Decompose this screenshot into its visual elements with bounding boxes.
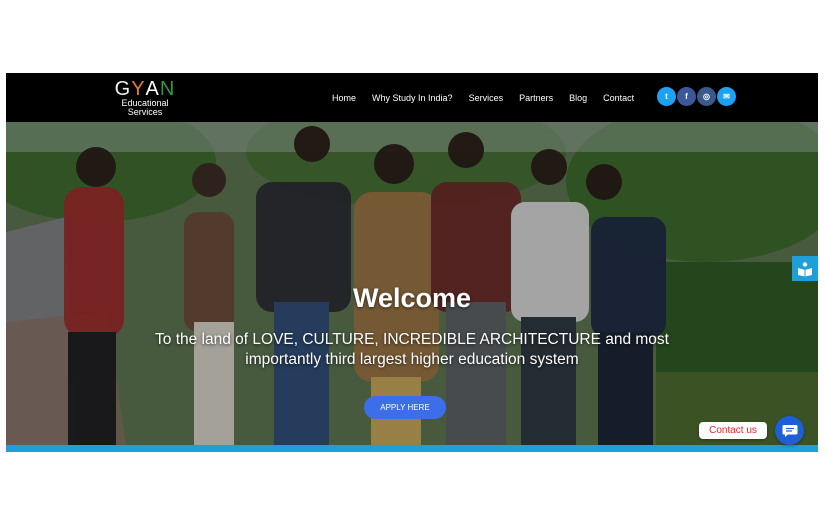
logo-letter: N [159,78,176,100]
main-menu: Home Why Study In India? Services Partne… [332,73,650,122]
nav-blog[interactable]: Blog [569,93,587,103]
social-links: t f ◎ ✉ [657,87,736,106]
logo-letter: Y [131,78,146,100]
instagram-icon[interactable]: ◎ [697,87,716,106]
hero-banner: Welcome To the land of LOVE, CULTURE, IN… [6,122,818,445]
facebook-icon[interactable]: f [677,87,696,106]
contact-us-label[interactable]: Contact us [699,422,767,439]
chat-button[interactable] [775,416,804,445]
website-frame: GYAN Educational Services Home Why Study… [6,73,818,452]
logo-letter: G [114,78,132,100]
hero-title: Welcome [352,283,472,313]
logo-letter: A [145,78,160,100]
nav-home[interactable]: Home [332,93,356,103]
nav-partners[interactable]: Partners [519,93,553,103]
twitter-icon[interactable]: t [657,87,676,106]
nav-services[interactable]: Services [469,93,504,103]
book-reader-icon [798,261,812,276]
chat-icon [782,424,797,437]
navbar: GYAN Educational Services Home Why Study… [6,73,818,122]
nav-why-study-in-india[interactable]: Why Study In India? [372,93,453,103]
logo[interactable]: GYAN Educational Services [110,79,180,117]
email-icon[interactable]: ✉ [717,87,736,106]
apply-here-button[interactable]: APPLY HERE [364,396,446,419]
logo-subtitle-2: Services [127,107,163,117]
logo-wordmark: GYAN [110,79,180,99]
hero-tagline: To the land of LOVE, CULTURE, INCREDIBLE… [155,331,669,368]
accent-bar [6,445,818,452]
nav-contact[interactable]: Contact [603,93,634,103]
side-tab-button[interactable] [792,256,818,281]
